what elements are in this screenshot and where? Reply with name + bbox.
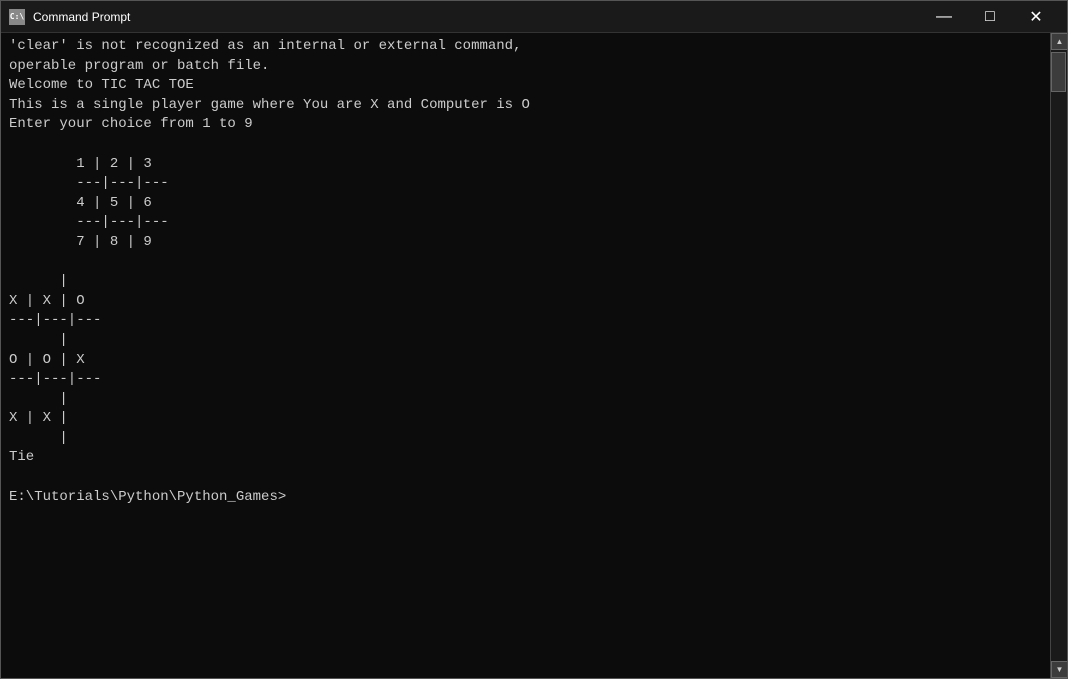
- minimize-button[interactable]: —: [921, 1, 967, 33]
- scroll-down-button[interactable]: ▼: [1051, 661, 1067, 678]
- scrollbar-track[interactable]: [1051, 50, 1067, 661]
- command-prompt-window: C:\ Command Prompt — □ ✕ 'clear' is not …: [0, 0, 1068, 679]
- title-bar: C:\ Command Prompt — □ ✕: [1, 1, 1067, 33]
- scrollbar-thumb[interactable]: [1051, 52, 1066, 92]
- scroll-up-button[interactable]: ▲: [1051, 33, 1067, 50]
- close-button[interactable]: ✕: [1013, 1, 1059, 33]
- scrollbar[interactable]: ▲ ▼: [1050, 33, 1067, 678]
- maximize-button[interactable]: □: [967, 1, 1013, 33]
- content-area: 'clear' is not recognized as an internal…: [1, 33, 1067, 678]
- window-icon: C:\: [9, 9, 25, 25]
- window-title: Command Prompt: [33, 10, 921, 24]
- window-controls: — □ ✕: [921, 1, 1059, 33]
- terminal-output[interactable]: 'clear' is not recognized as an internal…: [1, 33, 1050, 678]
